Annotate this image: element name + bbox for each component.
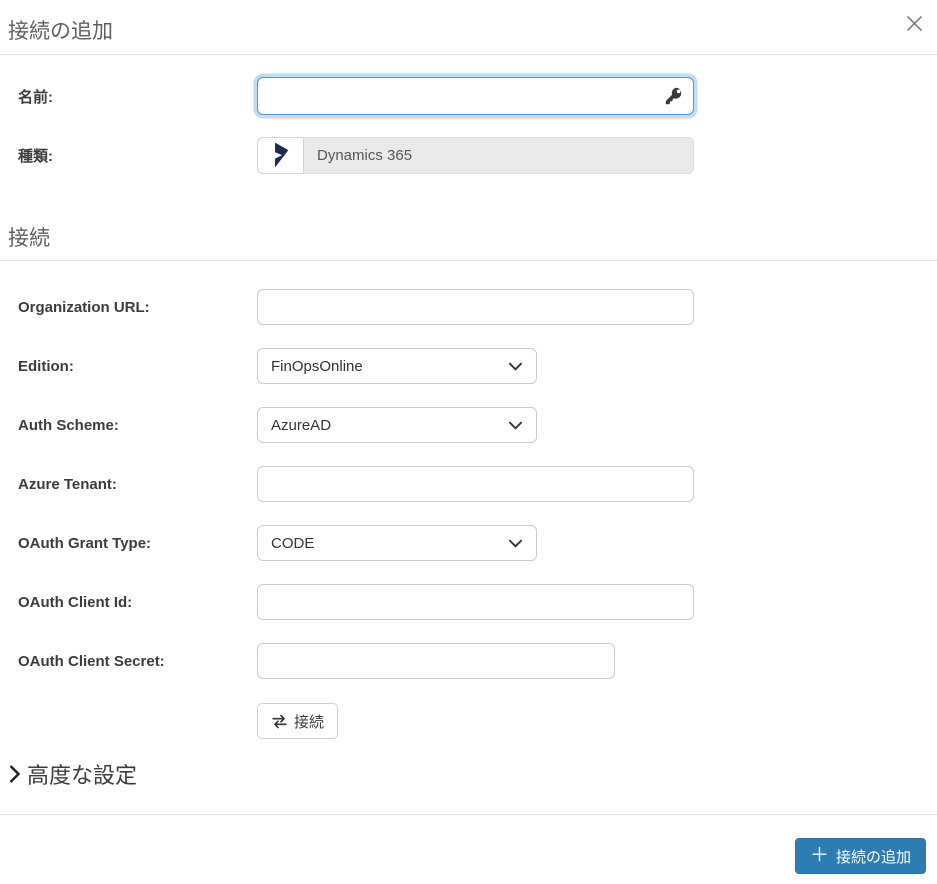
auth-scheme-row: Auth Scheme: AzureAD [0, 407, 937, 443]
connection-type-value: Dynamics 365 [304, 137, 694, 174]
chevron-right-icon [6, 763, 23, 785]
oauth-client-secret-input[interactable] [257, 643, 615, 679]
auth-scheme-select[interactable]: AzureAD [257, 407, 537, 443]
add-connection-button[interactable]: ＋ 接続の追加 [794, 838, 926, 874]
oauth-client-id-input[interactable] [257, 584, 694, 620]
advanced-settings-toggle[interactable]: 高度な設定 [6, 758, 937, 790]
organization-url-row: Organization URL: [0, 289, 937, 325]
oauth-grant-type-row: OAuth Grant Type: CODE [0, 525, 937, 561]
auth-scheme-selected-value: AzureAD [271, 416, 332, 434]
chevron-down-icon [508, 360, 523, 373]
auth-scheme-label: Auth Scheme: [18, 416, 119, 434]
organization-url-label: Organization URL: [18, 298, 150, 316]
name-input[interactable] [257, 77, 694, 115]
chevron-down-icon [508, 419, 523, 432]
oauth-grant-type-selected-value: CODE [271, 534, 315, 552]
name-label: 名前: [18, 88, 53, 106]
connect-button-label: 接続 [294, 713, 325, 731]
oauth-client-id-row: OAuth Client Id: [0, 584, 937, 620]
edition-select[interactable]: FinOpsOnline [257, 348, 537, 384]
swap-arrows-icon [271, 713, 288, 730]
chevron-down-icon [508, 537, 523, 550]
advanced-settings-label: 高度な設定 [27, 763, 138, 788]
connection-type-display: Dynamics 365 [257, 137, 694, 174]
oauth-grant-type-label: OAuth Grant Type: [18, 534, 152, 552]
add-connection-button-label: 接続の追加 [835, 848, 911, 866]
azure-tenant-label: Azure Tenant: [18, 475, 117, 493]
edition-selected-value: FinOpsOnline [271, 357, 363, 375]
dialog-header: 接続の追加 [0, 0, 937, 55]
azure-tenant-row: Azure Tenant: [0, 466, 937, 502]
oauth-grant-type-select[interactable]: CODE [257, 525, 537, 561]
oauth-client-secret-label: OAuth Client Secret: [18, 652, 165, 670]
oauth-client-id-label: OAuth Client Id: [18, 593, 133, 611]
connect-button[interactable]: 接続 [257, 703, 339, 739]
connection-section-title: 接続 [8, 227, 50, 250]
dialog-title: 接続の追加 [8, 20, 113, 43]
name-field-row: 名前: [0, 77, 937, 115]
dynamics365-icon [257, 137, 304, 174]
edition-row: Edition: FinOpsOnline [0, 348, 937, 384]
type-field-row: 種類: Dynamics 365 [0, 137, 937, 174]
plus-icon: ＋ [809, 844, 829, 866]
close-button[interactable] [901, 10, 927, 36]
organization-url-input[interactable] [257, 289, 694, 325]
azure-tenant-input[interactable] [257, 466, 694, 502]
type-label: 種類: [18, 148, 53, 165]
edition-label: Edition: [18, 357, 74, 375]
section-divider [0, 260, 937, 261]
dialog-footer: ＋ 接続の追加 [0, 814, 937, 884]
oauth-client-secret-row: OAuth Client Secret: [0, 643, 937, 679]
close-icon [904, 13, 925, 34]
